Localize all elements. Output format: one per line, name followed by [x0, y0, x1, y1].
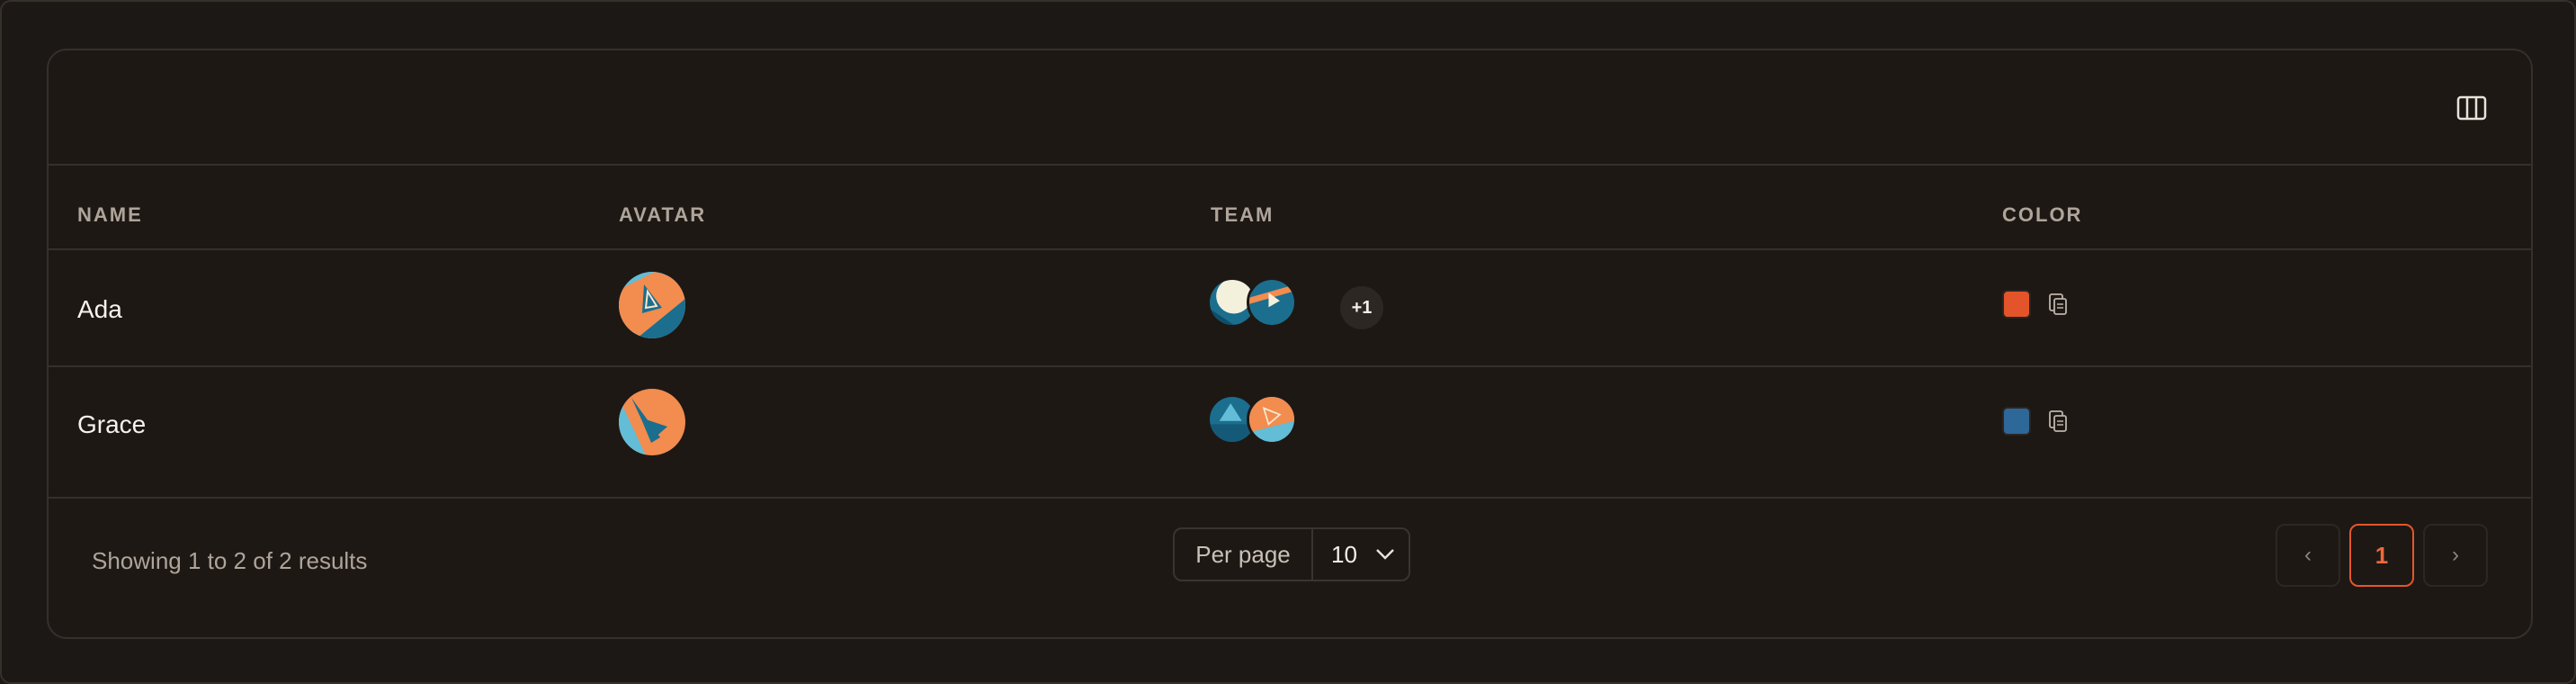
columns-icon — [2456, 95, 2487, 121]
results-summary: Showing 1 to 2 of 2 results — [92, 547, 368, 574]
column-header-avatar[interactable]: AVATAR — [619, 203, 706, 227]
copy-color-button[interactable] — [2047, 409, 2069, 434]
per-page-control: Per page 10 — [1173, 527, 1410, 581]
data-table-card: NAME AVATAR TEAM COLOR Ada +1 Grace Show… — [47, 49, 2533, 639]
page-frame: NAME AVATAR TEAM COLOR Ada +1 Grace Show… — [0, 0, 2576, 684]
copy-icon — [2049, 410, 2067, 432]
table-header-row: NAME AVATAR TEAM COLOR — [49, 166, 2531, 250]
per-page-label: Per page — [1175, 529, 1313, 580]
copy-icon — [2049, 293, 2067, 315]
table-toolbar — [49, 50, 2531, 166]
next-page-button[interactable]: › — [2423, 524, 2488, 587]
column-header-team[interactable]: TEAM — [1211, 203, 1274, 227]
columns-toggle-button[interactable] — [2455, 92, 2488, 124]
page-1-button[interactable]: 1 — [2349, 524, 2414, 587]
column-header-color[interactable]: COLOR — [2002, 203, 2082, 227]
per-page-value: 10 — [1331, 540, 1357, 568]
chevron-down-icon — [1376, 549, 1394, 560]
avatar — [619, 272, 685, 338]
column-header-name[interactable]: NAME — [77, 203, 143, 227]
table-row[interactable]: Ada +1 — [49, 250, 2531, 367]
name-cell: Grace — [77, 410, 147, 438]
name-cell: Ada — [77, 295, 122, 323]
color-swatch — [2002, 407, 2031, 436]
table-row[interactable]: Grace — [49, 367, 2531, 499]
copy-color-button[interactable] — [2047, 292, 2069, 317]
previous-page-button[interactable]: ‹ — [2276, 524, 2340, 587]
team-member-avatar — [1247, 394, 1297, 445]
color-swatch — [2002, 290, 2031, 319]
table-footer: Showing 1 to 2 of 2 results Per page 10 … — [49, 499, 2531, 641]
team-more-badge[interactable]: +1 — [1340, 286, 1383, 329]
team-member-avatar — [1247, 277, 1297, 328]
per-page-select[interactable]: 10 — [1313, 529, 1409, 580]
avatar — [619, 389, 685, 455]
